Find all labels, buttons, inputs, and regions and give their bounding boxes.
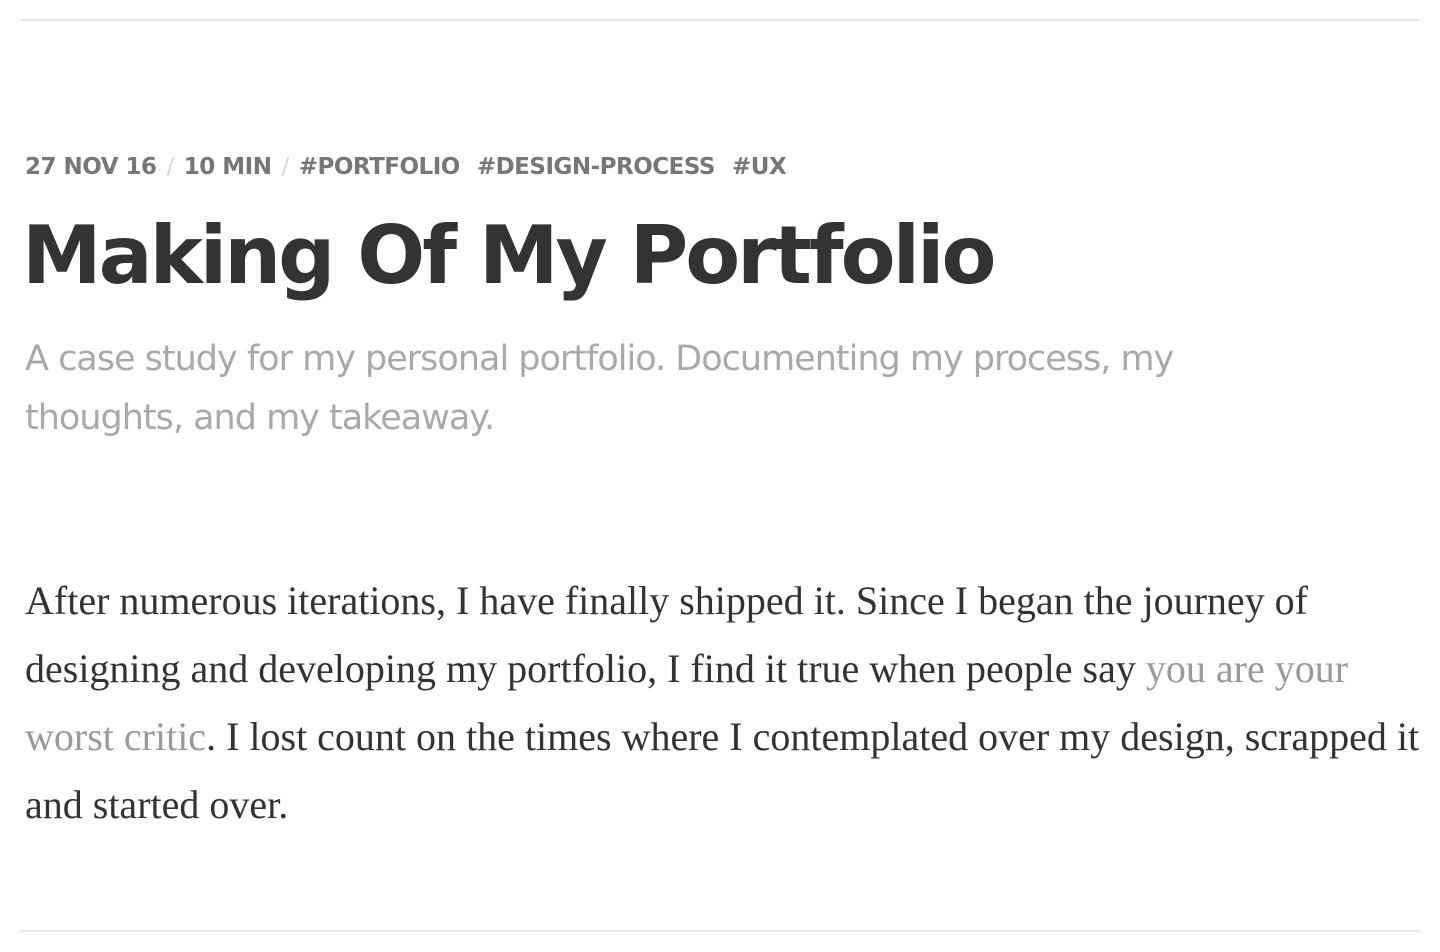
meta-separator: /	[281, 154, 289, 180]
meta-separator: /	[166, 154, 175, 180]
tag-design-process-link[interactable]: #DESIGN-PROCESS	[477, 154, 716, 180]
top-divider	[20, 19, 1420, 21]
tag-portfolio-link[interactable]: #PORTFOLIO	[299, 154, 461, 180]
body-text-part1: After numerous iterations, I have finall…	[25, 578, 1308, 691]
post-title: Making Of My Portfolio	[22, 209, 996, 302]
post-body-paragraph: After numerous iterations, I have finall…	[25, 567, 1425, 839]
tag-ux-link[interactable]: #UX	[732, 154, 787, 180]
post-subtitle: A case study for my personal portfolio. …	[25, 339, 1174, 438]
read-time: 10 MIN	[183, 154, 272, 180]
post-date: 27 NOV 16	[25, 154, 157, 180]
bottom-divider	[20, 930, 1420, 932]
body-text-part2: . I lost count on the times where I cont…	[25, 714, 1420, 827]
post-meta: 27 NOV 16 / 10 MIN / #PORTFOLIO #DESIGN-PROCE…	[25, 150, 787, 184]
